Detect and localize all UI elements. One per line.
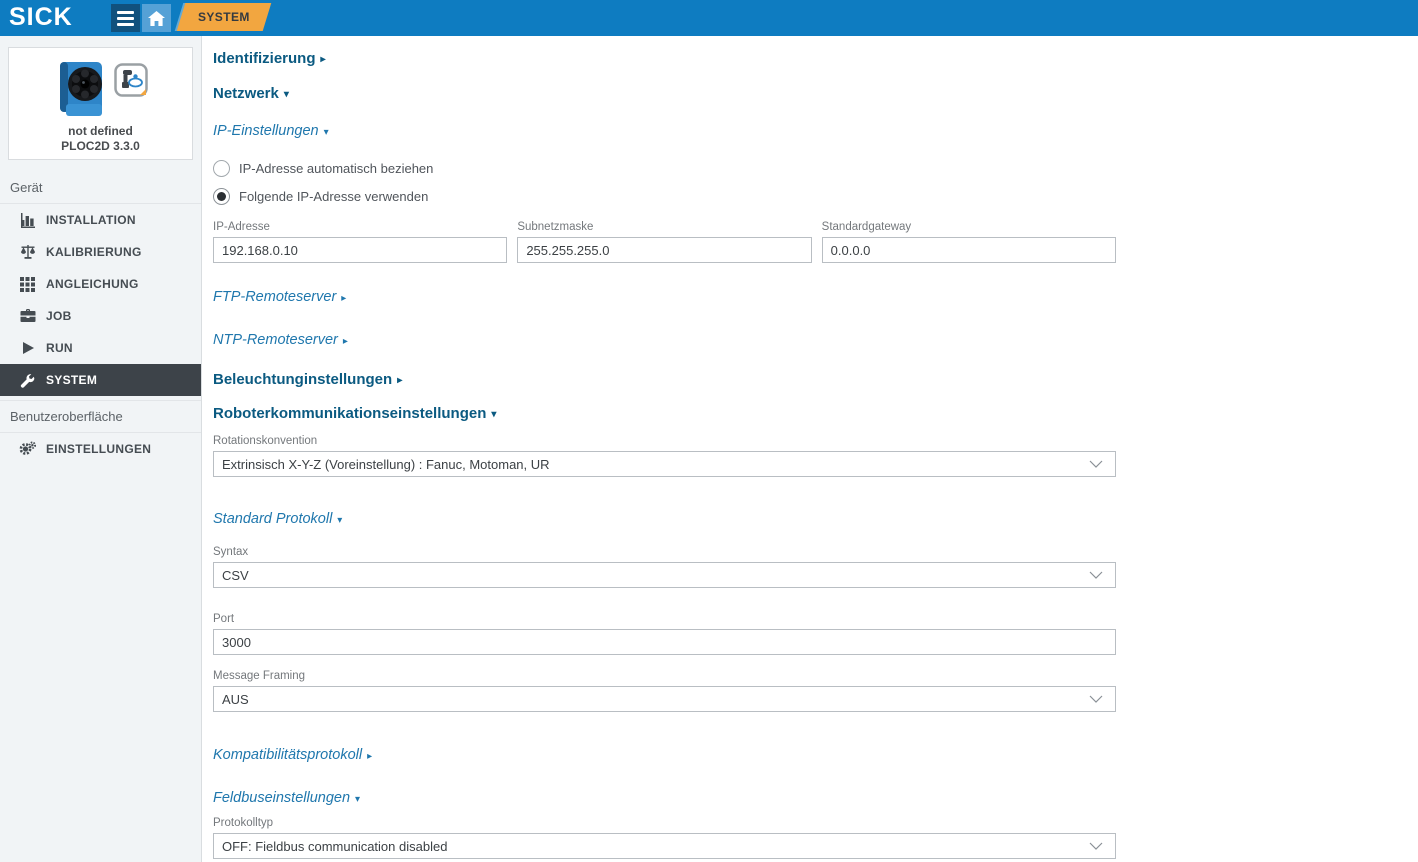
camera-device-icon (54, 58, 110, 120)
sidebar-item-system[interactable]: SYSTEM (0, 364, 201, 396)
hamburger-menu-button[interactable] (111, 4, 140, 32)
chevron-down-icon: ▾ (491, 409, 496, 420)
protocol-type-label: Protokolltyp (213, 817, 1116, 829)
section-label: Roboterkommunikationseinstellungen (213, 405, 486, 422)
section-label: Identifizierung (213, 50, 316, 67)
sick-logo: SICK (9, 3, 73, 32)
subnet-mask-input[interactable] (517, 237, 811, 263)
section-label: Netzwerk (213, 85, 279, 102)
radio-ip-automatic[interactable]: IP-Adresse automatisch beziehen (213, 159, 1116, 177)
sidebar-item-job[interactable]: JOB (0, 300, 201, 332)
section-header-feldbuseinstellungen[interactable]: Feldbuseinstellungen ▾ (213, 790, 1116, 806)
subnet-mask-label: Subnetzmaske (517, 221, 811, 233)
section-label: Standard Protokoll (213, 511, 332, 527)
section-header-netzwerk[interactable]: Netzwerk ▾ (213, 85, 1116, 102)
device-card: not defined PLOC2D 3.3.0 (8, 47, 193, 160)
device-name: not defined (9, 124, 192, 138)
selected-value: AUS (222, 692, 249, 707)
selected-value: CSV (222, 568, 249, 583)
main-content: Identifizierung ▸ Netzwerk ▾ IP-Einstell… (203, 36, 1418, 862)
chevron-right-icon: ▸ (321, 54, 326, 65)
sidebar-item-label: ANGLEICHUNG (46, 277, 139, 291)
gateway-input[interactable] (822, 237, 1116, 263)
chevron-down-icon: ▾ (324, 127, 329, 138)
chevron-right-icon: ▸ (341, 293, 346, 304)
robot-badge-icon (114, 63, 148, 97)
sidebar-section-benutzeroberflaeche: Benutzeroberfläche (0, 400, 201, 433)
selected-value: OFF: Fieldbus communication disabled (222, 839, 447, 854)
section-label: NTP-Remoteserver (213, 332, 338, 348)
device-image (9, 56, 192, 122)
section-label: Feldbuseinstellungen (213, 790, 350, 806)
ip-address-input[interactable] (213, 237, 507, 263)
chevron-down-icon (1089, 842, 1103, 850)
top-bar: SICK SYSTEM (0, 0, 1418, 36)
ip-address-label: IP-Adresse (213, 221, 507, 233)
rotation-convention-select[interactable]: Extrinsisch X-Y-Z (Voreinstellung) : Fan… (213, 451, 1116, 477)
tab-system[interactable]: SYSTEM (177, 3, 271, 31)
radio-selected-icon (213, 188, 230, 205)
radio-ip-manual[interactable]: Folgende IP-Adresse verwenden (213, 187, 1116, 205)
grid-icon (19, 276, 36, 293)
sidebar-item-label: EINSTELLUNGEN (46, 442, 151, 456)
sidebar-item-label: SYSTEM (46, 373, 97, 387)
device-model: PLOC2D 3.3.0 (9, 139, 192, 153)
sidebar-item-label: KALIBRIERUNG (46, 245, 142, 259)
selected-value: Extrinsisch X-Y-Z (Voreinstellung) : Fan… (222, 457, 550, 472)
chevron-right-icon: ▸ (367, 751, 372, 762)
rotation-convention-label: Rotationskonvention (213, 435, 1116, 447)
gears-icon (19, 441, 36, 458)
section-header-standard-protokoll[interactable]: Standard Protokoll ▾ (213, 511, 1116, 527)
sidebar-item-label: RUN (46, 341, 73, 355)
home-icon (148, 11, 165, 26)
gateway-label: Standardgateway (822, 221, 1116, 233)
section-label: Beleuchtunginstellungen (213, 371, 392, 388)
message-framing-select[interactable]: AUS (213, 686, 1116, 712)
sidebar-section-geraet: Gerät (0, 172, 201, 204)
chevron-down-icon (1089, 460, 1103, 468)
sidebar-item-installation[interactable]: INSTALLATION (0, 204, 201, 236)
section-label: FTP-Remoteserver (213, 289, 336, 305)
port-input[interactable] (213, 629, 1116, 655)
hamburger-icon (117, 11, 134, 26)
sidebar-item-angleichung[interactable]: ANGLEICHUNG (0, 268, 201, 300)
section-header-ntp-remoteserver[interactable]: NTP-Remoteserver ▸ (213, 332, 1116, 348)
syntax-select[interactable]: CSV (213, 562, 1116, 588)
chevron-down-icon: ▾ (284, 89, 289, 100)
chevron-down-icon: ▾ (337, 515, 342, 526)
radio-label: Folgende IP-Adresse verwenden (239, 189, 428, 204)
chevron-right-icon: ▸ (343, 336, 348, 347)
sidebar-item-label: INSTALLATION (46, 213, 136, 227)
play-icon (19, 340, 36, 357)
section-label: IP-Einstellungen (213, 123, 319, 139)
sidebar: not defined PLOC2D 3.3.0 Gerät INSTALLAT… (0, 36, 202, 862)
syntax-label: Syntax (213, 546, 1116, 558)
sidebar-item-einstellungen[interactable]: EINSTELLUNGEN (0, 433, 201, 465)
section-header-roboterkommunikation[interactable]: Roboterkommunikationseinstellungen ▾ (213, 405, 1116, 422)
sidebar-item-label: JOB (46, 309, 72, 323)
section-header-kompatibilitaetsprotokoll[interactable]: Kompatibilitätsprotokoll ▸ (213, 747, 1116, 763)
scale-icon (19, 244, 36, 261)
radio-icon (213, 160, 230, 177)
section-header-ip-einstellungen[interactable]: IP-Einstellungen ▾ (213, 123, 1116, 139)
section-header-ftp-remoteserver[interactable]: FTP-Remoteserver ▸ (213, 289, 1116, 305)
sidebar-item-kalibrierung[interactable]: KALIBRIERUNG (0, 236, 201, 268)
home-button[interactable] (142, 4, 171, 32)
section-label: Kompatibilitätsprotokoll (213, 747, 362, 763)
chevron-down-icon (1089, 695, 1103, 703)
protocol-type-select[interactable]: OFF: Fieldbus communication disabled (213, 833, 1116, 859)
chevron-down-icon: ▾ (355, 794, 360, 805)
chevron-right-icon: ▸ (397, 375, 402, 386)
chart-bar-icon (19, 212, 36, 229)
section-header-beleuchtung[interactable]: Beleuchtunginstellungen ▸ (213, 371, 1116, 388)
tab-system-label: SYSTEM (198, 10, 250, 24)
section-header-identifizierung[interactable]: Identifizierung ▸ (213, 50, 1116, 67)
port-label: Port (213, 613, 1116, 625)
briefcase-icon (19, 308, 36, 325)
wrench-icon (19, 372, 36, 389)
message-framing-label: Message Framing (213, 670, 1116, 682)
sidebar-item-run[interactable]: RUN (0, 332, 201, 364)
chevron-down-icon (1089, 571, 1103, 579)
radio-label: IP-Adresse automatisch beziehen (239, 161, 433, 176)
